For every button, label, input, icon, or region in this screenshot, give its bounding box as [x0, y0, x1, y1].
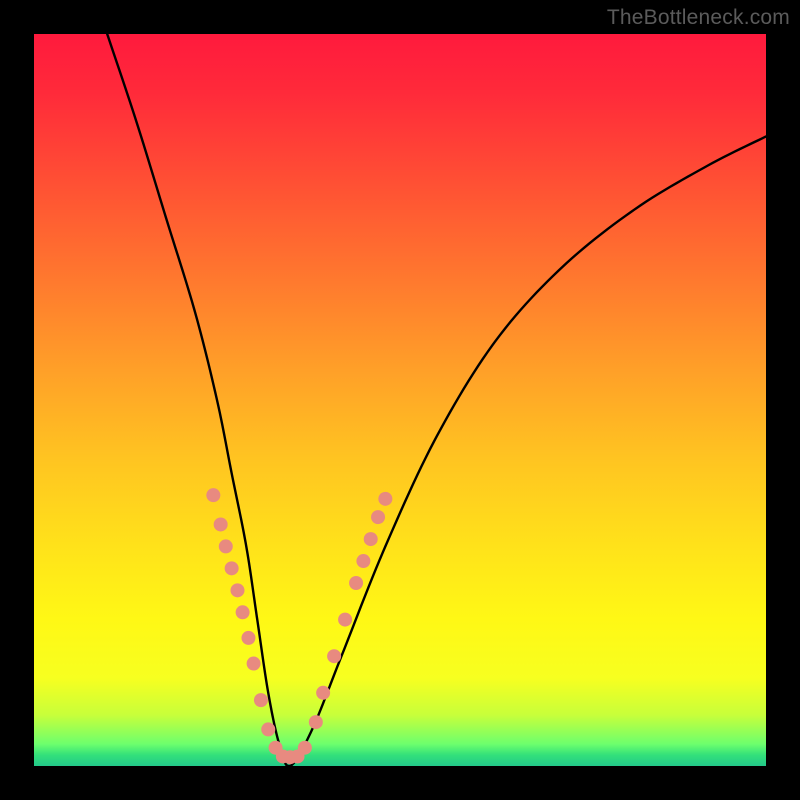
chart-plot-area	[34, 34, 766, 766]
watermark-text: TheBottleneck.com	[607, 6, 790, 30]
